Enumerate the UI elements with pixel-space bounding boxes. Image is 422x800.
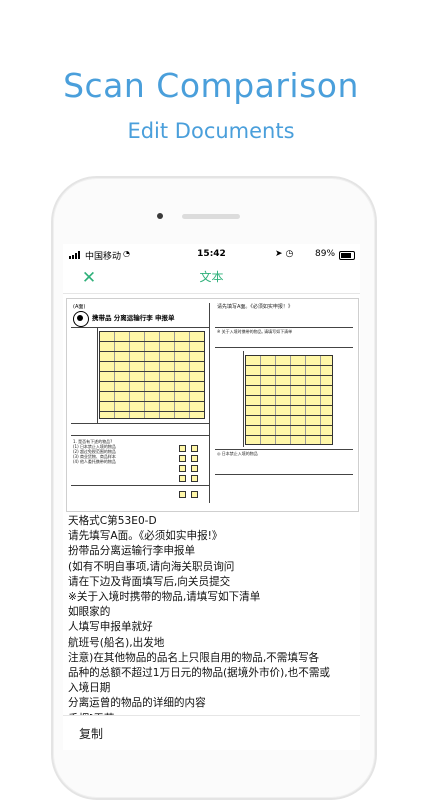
nav-bar: ✕ 文本 <box>63 266 360 292</box>
ocr-line: (如有不明自事项,请向海关职员询问 <box>68 560 235 573</box>
form-header-small: (A面) <box>73 304 86 310</box>
status-bar: 中国移动 ◔ 15:42 ➤◷ 89% <box>63 244 360 266</box>
ocr-line: 品种的总额不超过1万日元的物品(据境外市价),也不需或 <box>68 667 331 680</box>
status-icons: ➤◷ <box>275 249 296 259</box>
headline: Scan Comparison <box>63 66 359 105</box>
question-block: 1. 是否有下述的物品? (1) 日本禁止入境的物品 (2) 超过免税范围的物品 (3… <box>73 439 116 464</box>
bottom-toolbar: 复制 <box>63 715 360 750</box>
ocr-line: 人填写申报单就好 <box>68 621 153 634</box>
right-form-header: 请先填写A面。《必须如实申报！》 <box>217 304 293 310</box>
form-fields-right <box>245 355 333 445</box>
nav-divider <box>63 293 360 294</box>
battery-icon <box>339 251 355 260</box>
ocr-line: 请在下边及背面填写后,向关员提交 <box>68 575 231 588</box>
location-icon: ➤ <box>275 249 286 259</box>
copy-button[interactable]: 复制 <box>79 725 103 742</box>
ocr-line: 分离运曾的物品的详细的内容 <box>68 697 206 710</box>
subheadline: Edit Documents <box>127 119 295 143</box>
scanned-document-image: (A面) 携带品 分离运输行李 申报单 请先填写A面。《必须如实申报！》 1. … <box>66 298 359 512</box>
ocr-line: 航班号(船名),出发地 <box>68 636 165 649</box>
form-title: 携带品 分离运输行李 申报单 <box>92 314 175 322</box>
ocr-line: 如眼家的 <box>68 606 111 619</box>
speaker-grille <box>182 214 240 219</box>
instructions-note: ※ 关于入境时携带的物品, 请填写如下清单 <box>217 329 293 334</box>
prohibited-items-note: ◎ 日本禁止入境的物品 <box>217 451 258 456</box>
ocr-line: 入境日期 <box>68 682 111 695</box>
ocr-line: 注意)在其他物品的品名上只限自用的物品,不需填写各 <box>68 651 320 664</box>
front-camera <box>157 213 163 219</box>
nav-title: 文本 <box>199 270 224 284</box>
form-fields-left <box>99 331 205 419</box>
battery-percent: 89% <box>315 249 336 259</box>
ocr-line: 扮带品分离运输行李申报单 <box>68 545 196 558</box>
alarm-icon: ◷ <box>285 249 297 259</box>
ocr-line: ※关于入境时携带的物品,请填写如下清单 <box>68 591 261 604</box>
ocr-line: 请先填写A面。《必须如实申报!》 <box>68 530 223 543</box>
customs-seal-icon <box>73 311 89 327</box>
ocr-line: 天格式C第53E0-D <box>68 515 157 527</box>
phone-screen: 中国移动 ◔ 15:42 ➤◷ 89% ✕ 文本 (A面) 携带品 分离运输行李… <box>63 244 360 750</box>
